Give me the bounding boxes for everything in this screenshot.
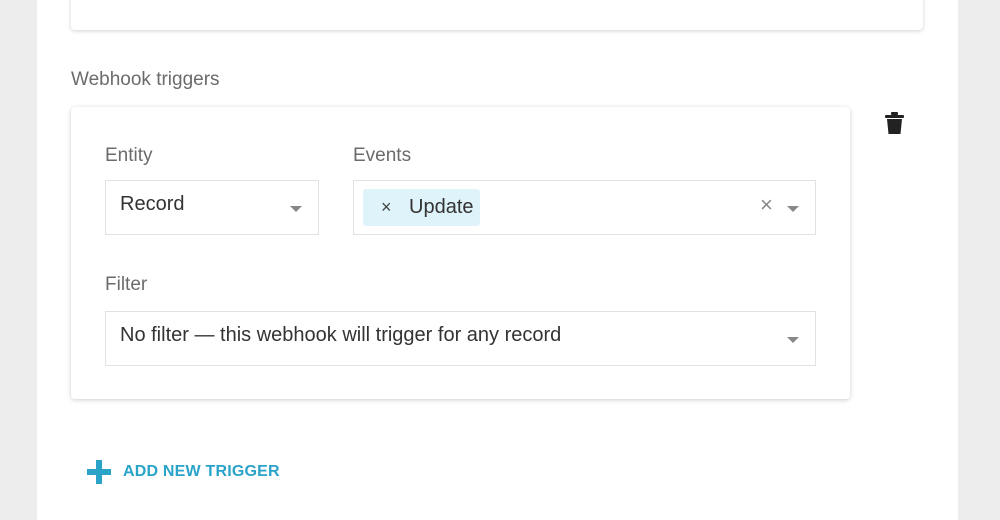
- clear-icon[interactable]: ×: [760, 192, 773, 218]
- add-new-trigger-button[interactable]: ADD NEW TRIGGER: [87, 458, 280, 486]
- trigger-card: Entity Record Events × Update × Filter N…: [71, 107, 850, 399]
- filter-select[interactable]: No filter — this webhook will trigger fo…: [105, 311, 816, 366]
- event-chip-label: Update: [409, 196, 474, 218]
- filter-value: No filter — this webhook will trigger fo…: [120, 324, 562, 346]
- plus-icon: [87, 460, 111, 484]
- events-label: Events: [353, 145, 412, 166]
- event-chip-update: × Update: [363, 189, 480, 226]
- entity-label: Entity: [105, 145, 153, 166]
- entity-value: Record: [120, 193, 185, 215]
- filter-label: Filter: [105, 274, 148, 295]
- chevron-down-icon[interactable]: [290, 206, 302, 212]
- entity-select[interactable]: Record: [105, 180, 319, 235]
- section-title: Webhook triggers: [71, 69, 220, 90]
- remove-chip-icon[interactable]: ×: [381, 197, 392, 218]
- chevron-down-icon[interactable]: [787, 206, 799, 212]
- previous-card: [71, 0, 923, 30]
- trash-icon[interactable]: [884, 112, 905, 134]
- chevron-down-icon[interactable]: [787, 337, 799, 343]
- add-new-trigger-label: ADD NEW TRIGGER: [123, 463, 280, 480]
- events-multiselect[interactable]: × Update ×: [353, 180, 816, 235]
